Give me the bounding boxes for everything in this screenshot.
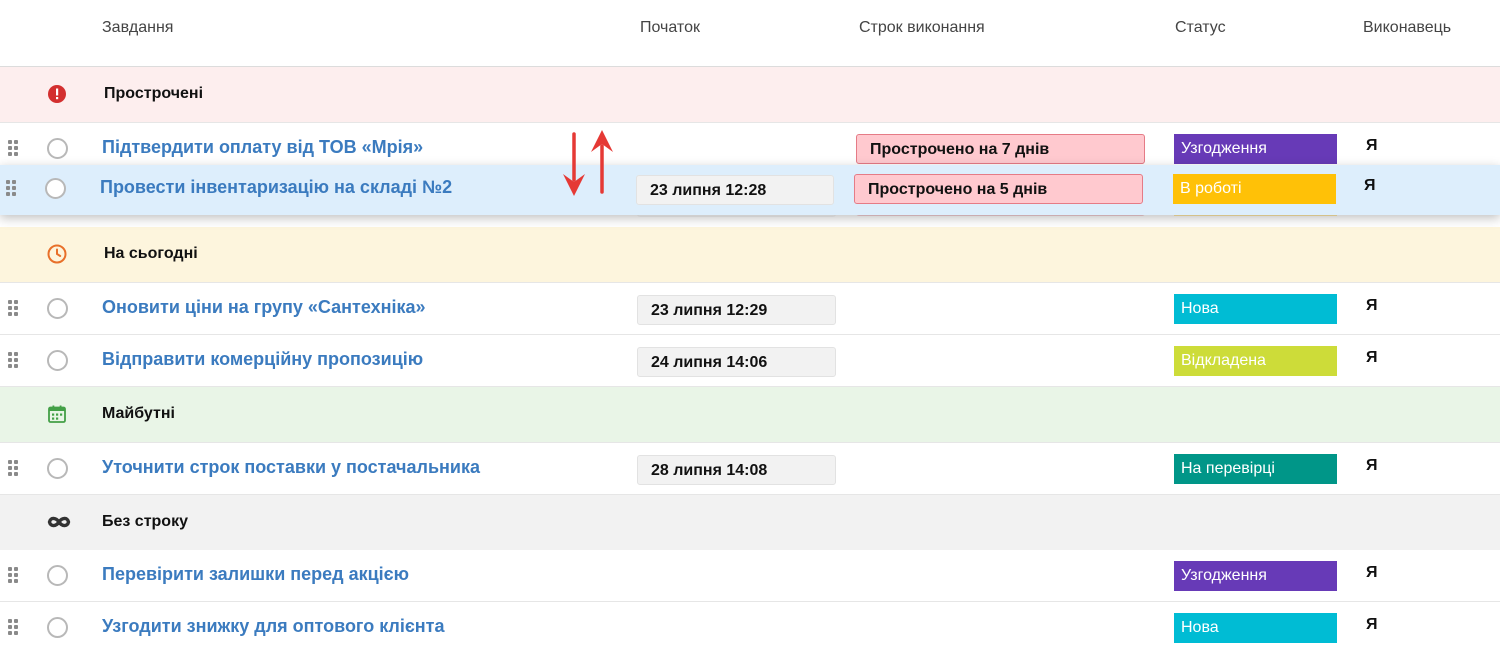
table-row[interactable]: Перевірити залишки перед акцією Узгоджен… — [0, 550, 1500, 602]
infinity-icon — [45, 512, 73, 534]
table-row[interactable]: Оновити ціни на групу «Сантехніка» 23 ли… — [0, 283, 1500, 335]
complete-checkbox[interactable] — [47, 565, 68, 586]
task-title-link[interactable]: Оновити ціни на групу «Сантехніка» — [102, 297, 426, 318]
dragged-row[interactable]: Провести інвентаризацію на складі №2 23 … — [0, 165, 1500, 215]
column-task[interactable]: Завдання — [102, 19, 173, 37]
executor[interactable]: Я — [1366, 297, 1378, 315]
table-row[interactable]: Відправити комерційну пропозицію 24 липн… — [0, 335, 1500, 387]
task-title-link[interactable]: Провести інвентаризацію на складі №2 — [100, 177, 452, 198]
column-deadline[interactable]: Строк виконання — [859, 19, 985, 37]
complete-checkbox[interactable] — [47, 617, 68, 638]
task-title-link[interactable]: Відправити комерційну пропозицію — [102, 349, 423, 370]
group-label: На сьогодні — [104, 245, 198, 262]
complete-checkbox[interactable] — [47, 138, 68, 159]
table-row[interactable]: Узгодити знижку для оптового клієнта Нов… — [0, 602, 1500, 652]
column-status[interactable]: Статус — [1175, 19, 1226, 37]
complete-checkbox[interactable] — [47, 298, 68, 319]
start-date[interactable]: 24 липня 14:06 — [637, 347, 836, 377]
task-title-link[interactable]: Перевірити залишки перед акцією — [102, 564, 409, 585]
move-arrows-icon — [556, 128, 622, 202]
drag-handle-icon[interactable] — [8, 460, 20, 478]
alert-circle-icon — [46, 83, 68, 105]
executor[interactable]: Я — [1364, 177, 1376, 195]
executor[interactable]: Я — [1366, 137, 1378, 155]
clock-icon — [46, 243, 68, 265]
calendar-icon — [46, 403, 68, 425]
group-future: Майбутні — [0, 387, 1500, 443]
status-badge[interactable]: Нова — [1174, 613, 1337, 643]
complete-checkbox[interactable] — [47, 458, 68, 479]
deadline-badge: Прострочено на 5 днів — [854, 174, 1143, 204]
start-date[interactable]: 23 липня 12:28 — [636, 175, 834, 205]
drag-handle-icon[interactable] — [8, 140, 20, 158]
status-badge[interactable]: Узгодження — [1174, 134, 1337, 164]
group-label: Прострочені — [104, 85, 204, 102]
status-badge[interactable]: Нова — [1174, 294, 1337, 324]
status-badge[interactable]: На перевірці — [1174, 454, 1337, 484]
column-executor[interactable]: Виконавець — [1363, 19, 1451, 37]
status-badge[interactable]: Узгодження — [1174, 561, 1337, 591]
task-title-link[interactable]: Уточнити строк поставки у постачальника — [102, 457, 480, 478]
column-start[interactable]: Початок — [640, 19, 700, 37]
table-header: Завдання Початок Строк виконання Статус … — [0, 0, 1500, 67]
task-title-link[interactable]: Підтвердити оплату від ТОВ «Мрія» — [102, 137, 423, 158]
drag-handle-icon[interactable] — [8, 619, 20, 637]
task-title-link[interactable]: Узгодити знижку для оптового клієнта — [102, 616, 445, 637]
status-badge[interactable]: Відкладена — [1174, 346, 1337, 376]
drag-handle-icon[interactable] — [6, 180, 18, 198]
drag-handle-icon[interactable] — [8, 300, 20, 318]
executor[interactable]: Я — [1366, 564, 1378, 582]
group-label: Без строку — [102, 513, 188, 530]
executor[interactable]: Я — [1366, 349, 1378, 367]
group-no-deadline: Без строку — [0, 495, 1500, 551]
start-date[interactable]: 28 липня 14:08 — [637, 455, 836, 485]
group-today: На сьогодні — [0, 227, 1500, 283]
complete-checkbox[interactable] — [47, 350, 68, 371]
drag-handle-icon[interactable] — [8, 352, 20, 370]
deadline-badge: Прострочено на 7 днів — [856, 134, 1145, 164]
drag-handle-icon[interactable] — [8, 567, 20, 585]
table-row[interactable]: Уточнити строк поставки у постачальника … — [0, 443, 1500, 495]
start-date[interactable]: 23 липня 12:29 — [637, 295, 836, 325]
executor[interactable]: Я — [1366, 616, 1378, 634]
executor[interactable]: Я — [1366, 457, 1378, 475]
group-overdue: Прострочені — [0, 67, 1500, 123]
group-label: Майбутні — [102, 405, 175, 422]
status-badge[interactable]: В роботі — [1173, 174, 1336, 204]
complete-checkbox[interactable] — [45, 178, 66, 199]
